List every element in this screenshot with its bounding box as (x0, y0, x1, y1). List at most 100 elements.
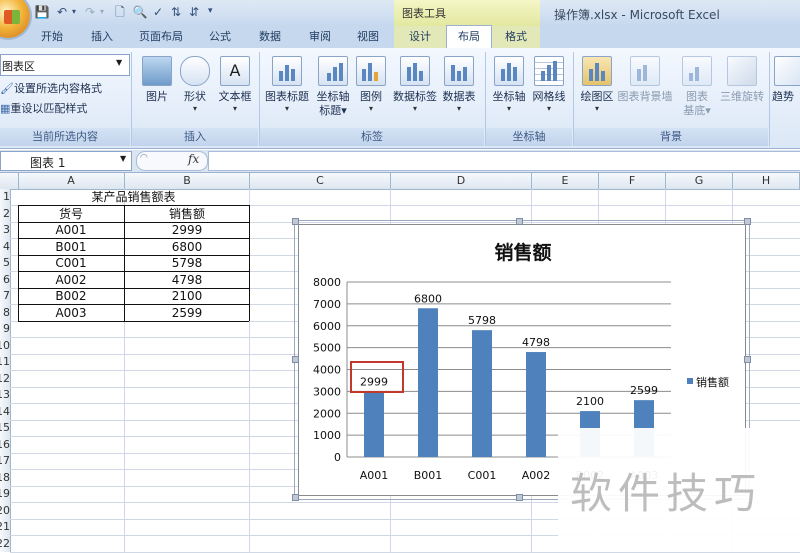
row-header[interactable]: 18 (0, 470, 10, 486)
column-header-f[interactable]: F (599, 173, 666, 189)
row-header[interactable]: 3 (0, 222, 10, 238)
print-preview-icon[interactable]: 🔍 (132, 4, 148, 20)
data-table-button[interactable]: 数据表 ▾ (436, 56, 482, 126)
tab-design[interactable]: 设计 (398, 26, 442, 48)
sales-cell[interactable]: 2599 (125, 305, 249, 321)
row-header[interactable]: 9 (0, 321, 10, 337)
legend-button[interactable]: 图例 ▾ (348, 56, 394, 126)
item-code-cell[interactable]: A001 (18, 222, 124, 238)
row-header[interactable]: 12 (0, 371, 10, 387)
tab-data[interactable]: 数据 (248, 26, 292, 48)
tab-review[interactable]: 审阅 (298, 26, 342, 48)
gridlines-button[interactable]: 网格线 ▾ (526, 56, 572, 126)
sales-cell[interactable]: 6800 (125, 239, 249, 255)
column-header-d[interactable]: D (391, 173, 532, 189)
row-header[interactable]: 21 (0, 519, 10, 535)
resize-handle[interactable] (744, 218, 751, 225)
sort-ascending-icon[interactable]: ⇅ (168, 4, 184, 20)
sales-cell[interactable]: 5798 (125, 255, 249, 271)
chart-title-icon (272, 56, 302, 86)
row-header[interactable]: 8 (0, 305, 10, 321)
row-header[interactable]: 5 (0, 255, 10, 271)
expand-handle-icon[interactable]: ◠ (140, 153, 148, 163)
row-header[interactable]: 2 (0, 206, 10, 222)
column-header-e[interactable]: E (532, 173, 599, 189)
row-header[interactable]: 6 (0, 272, 10, 288)
item-code-cell[interactable]: A003 (18, 305, 124, 321)
resize-handle[interactable] (516, 218, 523, 225)
item-code-cell[interactable]: B002 (18, 288, 124, 304)
sort-descending-icon[interactable]: ⇵ (186, 4, 202, 20)
insert-function-icon[interactable]: fx (188, 152, 199, 166)
chart-title-button[interactable]: 图表标题 ▾ (264, 56, 310, 126)
select-all-corner[interactable] (0, 173, 19, 189)
chart-tools-label: 图表工具 (402, 7, 446, 20)
name-box[interactable] (0, 151, 132, 171)
row-header[interactable]: 22 (0, 536, 10, 552)
tab-view[interactable]: 视图 (346, 26, 390, 48)
resize-handle[interactable] (292, 494, 299, 501)
textbox-button[interactable]: A 文本框 ▾ (212, 56, 258, 126)
chart-wall-button[interactable]: 图表背景墙 (616, 56, 674, 126)
tab-insert[interactable]: 插入 (80, 26, 124, 48)
row-header[interactable]: 7 (0, 288, 10, 304)
chevron-down-icon[interactable]: ▼ (120, 154, 126, 163)
tab-formulas[interactable]: 公式 (198, 26, 242, 48)
save-icon[interactable]: 💾 (34, 4, 50, 20)
table-title[interactable]: 某产品销售额表 (18, 189, 249, 205)
column-header-b[interactable]: B (125, 173, 250, 189)
header-item-code[interactable]: 货号 (18, 206, 124, 222)
formula-input[interactable] (208, 151, 800, 171)
row-header[interactable]: 4 (0, 239, 10, 255)
row-header[interactable]: 11 (0, 354, 10, 370)
redo-dropdown-icon[interactable]: ▾ (94, 4, 110, 20)
sales-cell[interactable]: 4798 (125, 272, 249, 288)
3d-rotation-button[interactable]: 三维旋转 (716, 56, 768, 126)
column-header-c[interactable]: C (250, 173, 391, 189)
sales-cell[interactable]: 2999 (125, 222, 249, 238)
resize-handle[interactable] (292, 356, 299, 363)
row-header[interactable]: 16 (0, 437, 10, 453)
x-tick-label: A001 (360, 469, 389, 482)
resize-handle[interactable] (292, 218, 299, 225)
undo-dropdown-icon[interactable]: ▾ (66, 4, 82, 20)
spelling-icon[interactable]: ✓ (150, 4, 166, 20)
tab-page-layout[interactable]: 页面布局 (130, 26, 192, 48)
office-logo-icon (4, 10, 20, 24)
data-labels-button[interactable]: 数据标签 ▾ (392, 56, 438, 126)
column-header-g[interactable]: G (666, 173, 733, 189)
row-header[interactable]: 13 (0, 387, 10, 403)
plot-area-button[interactable]: 绘图区 ▾ (574, 56, 620, 126)
item-code-cell[interactable]: C001 (18, 255, 124, 271)
chart-floor-button[interactable]: 图表 基底▾ (674, 56, 720, 126)
item-code-cell[interactable]: B001 (18, 239, 124, 255)
row-header[interactable]: 10 (0, 338, 10, 354)
item-code-cell[interactable]: A002 (18, 272, 124, 288)
chart-element-value: 图表区 (2, 60, 35, 73)
reset-style-button[interactable]: ▦重设以匹配样式 (0, 100, 87, 116)
format-selection-button[interactable]: 🖌设置所选内容格式 (0, 80, 102, 96)
header-sales[interactable]: 销售额 (125, 206, 249, 222)
row-header[interactable]: 19 (0, 486, 10, 502)
resize-handle[interactable] (744, 356, 751, 363)
trendline-button[interactable]: 趋势 (772, 56, 800, 126)
row-header[interactable]: 17 (0, 453, 10, 469)
row-header[interactable]: 14 (0, 404, 10, 420)
column-header-a[interactable]: A (18, 173, 125, 189)
legend-label: 销售额 (696, 375, 729, 389)
tab-home[interactable]: 开始 (30, 26, 74, 48)
customize-quick-access-icon[interactable]: ▾ (208, 6, 213, 16)
column-header-h[interactable]: H (733, 173, 800, 189)
row-header[interactable]: 15 (0, 420, 10, 436)
shapes-icon (180, 56, 210, 86)
chevron-down-icon[interactable]: ▼ (116, 58, 122, 67)
resize-handle[interactable] (516, 494, 523, 501)
row-header[interactable]: 20 (0, 503, 10, 519)
plot-area-icon (582, 56, 612, 86)
axis-title-icon (318, 56, 348, 86)
tab-layout[interactable]: 布局 (446, 25, 492, 49)
row-header[interactable]: 1 (0, 189, 10, 205)
tab-format[interactable]: 格式 (494, 26, 538, 48)
new-document-icon[interactable]: 🗋 (112, 4, 128, 20)
sales-cell[interactable]: 2100 (125, 288, 249, 304)
